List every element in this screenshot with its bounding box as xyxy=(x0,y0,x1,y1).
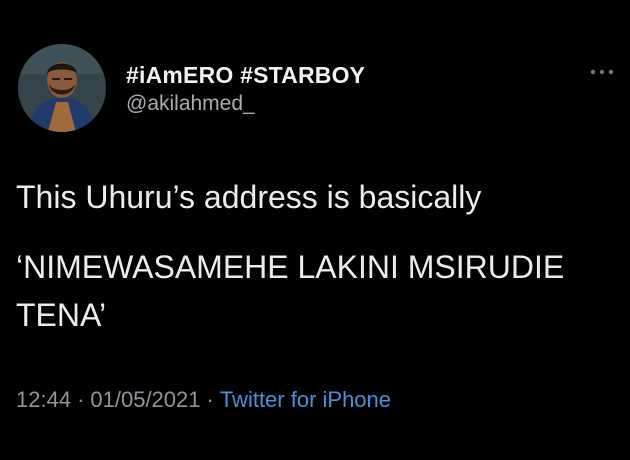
tweet-time[interactable]: 12:44 xyxy=(16,387,71,412)
tweet-text-line-2: ‘NIMEWASAMEHE LAKINI MSIRUDIE TENA’ xyxy=(16,249,565,333)
tweet-text-line-1: This Uhuru’s address is basically xyxy=(16,179,482,215)
tweet-meta: 12:44 · 01/05/2021 · Twitter for iPhone xyxy=(16,387,391,413)
tweet-card: #iAmERO #STARBOY @akilahmed_ This Uhuru’… xyxy=(0,0,630,460)
more-horizontal-icon[interactable] xyxy=(586,60,618,84)
tweet-date[interactable]: 01/05/2021 xyxy=(90,387,200,412)
meta-separator: · xyxy=(206,387,214,412)
profile-photo-icon xyxy=(18,44,106,132)
user-handle[interactable]: @akilahmed_ xyxy=(126,92,255,116)
avatar[interactable] xyxy=(18,44,106,132)
display-name[interactable]: #iAmERO #STARBOY xyxy=(126,62,365,89)
tweet-source-link[interactable]: Twitter for iPhone xyxy=(220,387,391,412)
meta-separator: · xyxy=(77,387,85,412)
